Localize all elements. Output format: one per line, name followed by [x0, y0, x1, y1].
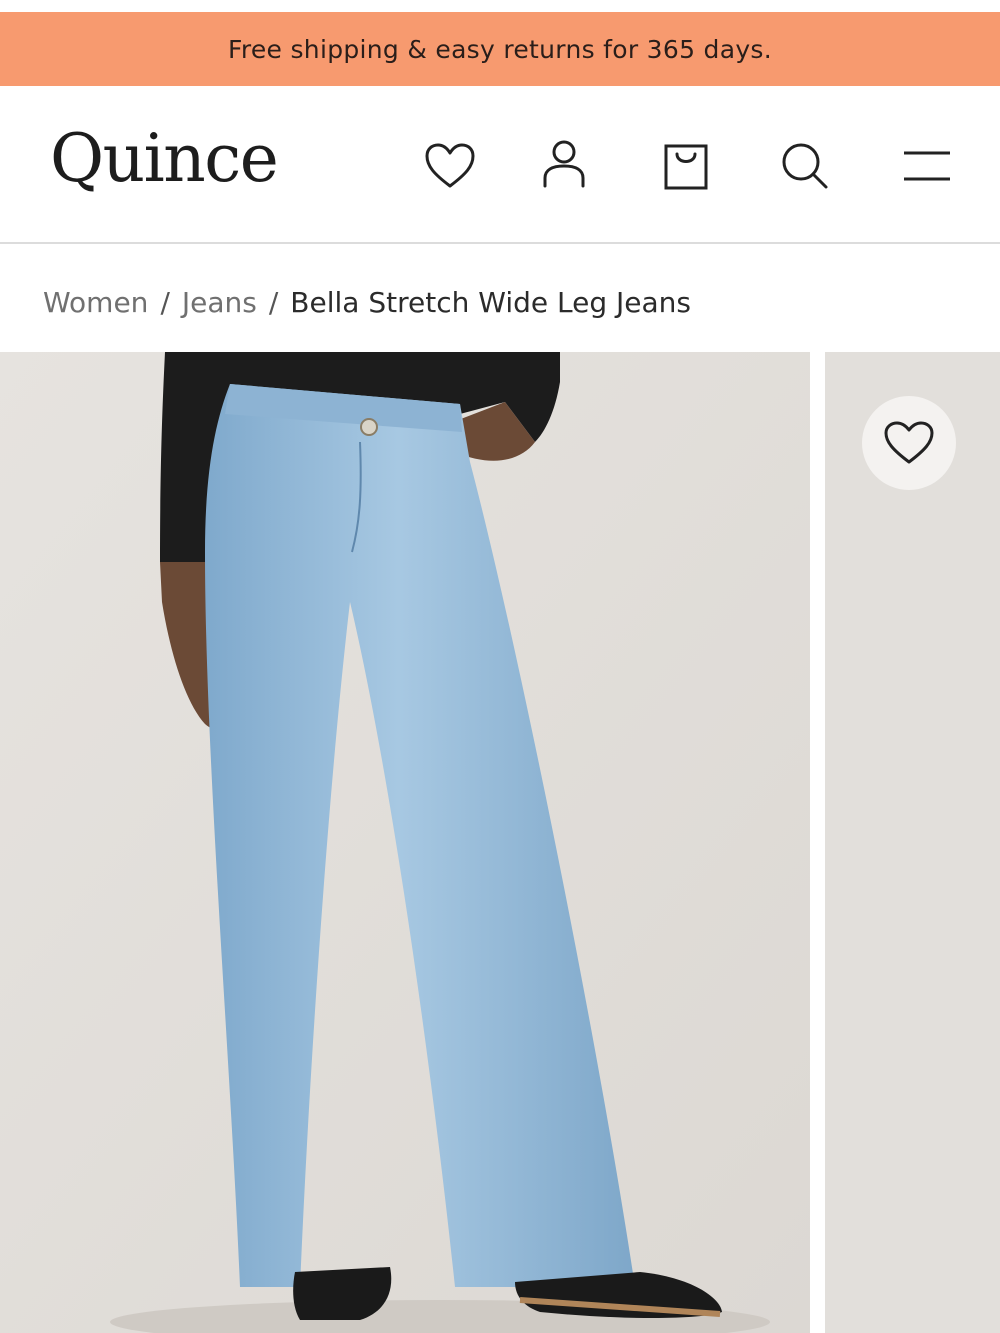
search-button[interactable] — [775, 136, 835, 196]
account-button[interactable] — [534, 134, 594, 194]
brand-logo[interactable]: Quince — [50, 120, 279, 197]
site-header: Quince — [0, 86, 1000, 244]
account-icon — [543, 140, 585, 188]
menu-button[interactable] — [897, 136, 957, 196]
shopping-bag-icon — [664, 144, 708, 190]
heart-icon — [425, 143, 475, 188]
breadcrumb-jeans[interactable]: Jeans — [182, 286, 257, 319]
product-image-main[interactable] — [0, 352, 810, 1333]
breadcrumb-separator: / — [160, 285, 170, 319]
add-to-wishlist-button[interactable] — [862, 396, 956, 490]
menu-icon — [904, 151, 950, 181]
search-icon — [782, 143, 828, 189]
heart-icon — [884, 421, 934, 464]
product-gallery[interactable] — [0, 352, 1000, 1333]
breadcrumb-women[interactable]: Women — [43, 286, 148, 319]
breadcrumb-separator: / — [268, 285, 279, 319]
product-photo-illustration — [0, 352, 810, 1333]
promo-text: Free shipping & easy returns for 365 day… — [227, 34, 773, 64]
breadcrumb-current-page: Bella Stretch Wide Leg Jeans — [290, 285, 691, 319]
wishlist-button[interactable] — [420, 136, 480, 196]
breadcrumb: Women / Jeans / Bella Stretch Wide Leg J… — [43, 282, 691, 322]
cart-button[interactable] — [656, 136, 716, 196]
product-image-next[interactable] — [825, 352, 1000, 1333]
promo-banner: Free shipping & easy returns for 365 day… — [0, 12, 1000, 86]
